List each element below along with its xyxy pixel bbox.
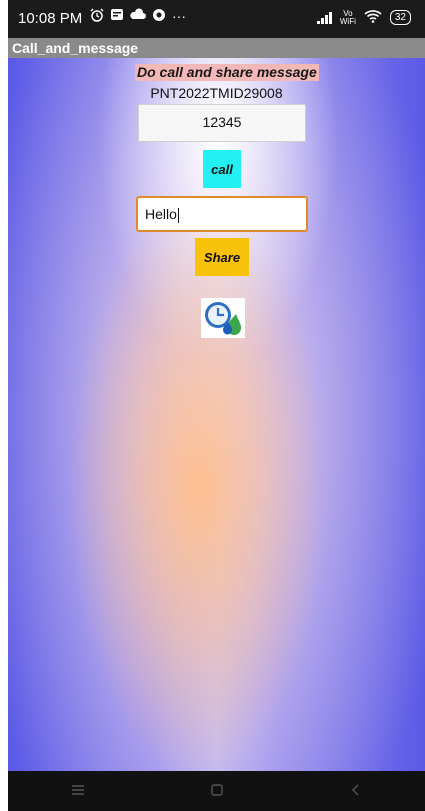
message-field[interactable]: Hello bbox=[136, 196, 308, 232]
back-icon[interactable] bbox=[336, 783, 376, 800]
clock-drop-icon bbox=[201, 298, 245, 338]
phone-screen: 10:08 PM ··· Vo WiFi 32 Call_and_message… bbox=[8, 0, 425, 811]
call-button[interactable]: call bbox=[203, 150, 241, 188]
battery-indicator: 32 bbox=[389, 10, 411, 25]
status-icons-left: ··· bbox=[90, 8, 186, 25]
status-bar: 10:08 PM ··· Vo WiFi 32 bbox=[8, 0, 425, 38]
phone-number-field[interactable]: 12345 bbox=[138, 104, 306, 142]
menu-icon[interactable] bbox=[58, 784, 98, 799]
home-icon[interactable] bbox=[197, 783, 237, 800]
alarm-icon bbox=[90, 8, 104, 25]
app-title-bar: Call_and_message bbox=[8, 38, 425, 58]
more-icon: ··· bbox=[172, 8, 186, 24]
heading-label: Do call and share message bbox=[135, 64, 319, 81]
message-value: Hello bbox=[145, 206, 177, 222]
navigation-bar bbox=[8, 771, 425, 811]
signal-icon bbox=[316, 11, 332, 24]
wifi-icon bbox=[364, 9, 382, 26]
browser-icon bbox=[152, 8, 166, 25]
vowifi-indicator: Vo WiFi bbox=[339, 8, 356, 26]
main-content: Do call and share message PNT2022TMID290… bbox=[8, 58, 425, 771]
app-title: Call_and_message bbox=[12, 40, 139, 56]
status-icons-right: Vo WiFi 32 bbox=[316, 8, 411, 26]
notification-icon bbox=[110, 8, 124, 25]
text-cursor bbox=[177, 207, 179, 223]
share-button[interactable]: Share bbox=[195, 238, 249, 276]
cloud-icon bbox=[130, 8, 146, 25]
status-time: 10:08 PM bbox=[18, 10, 83, 27]
id-label: PNT2022TMID29008 bbox=[150, 85, 283, 101]
